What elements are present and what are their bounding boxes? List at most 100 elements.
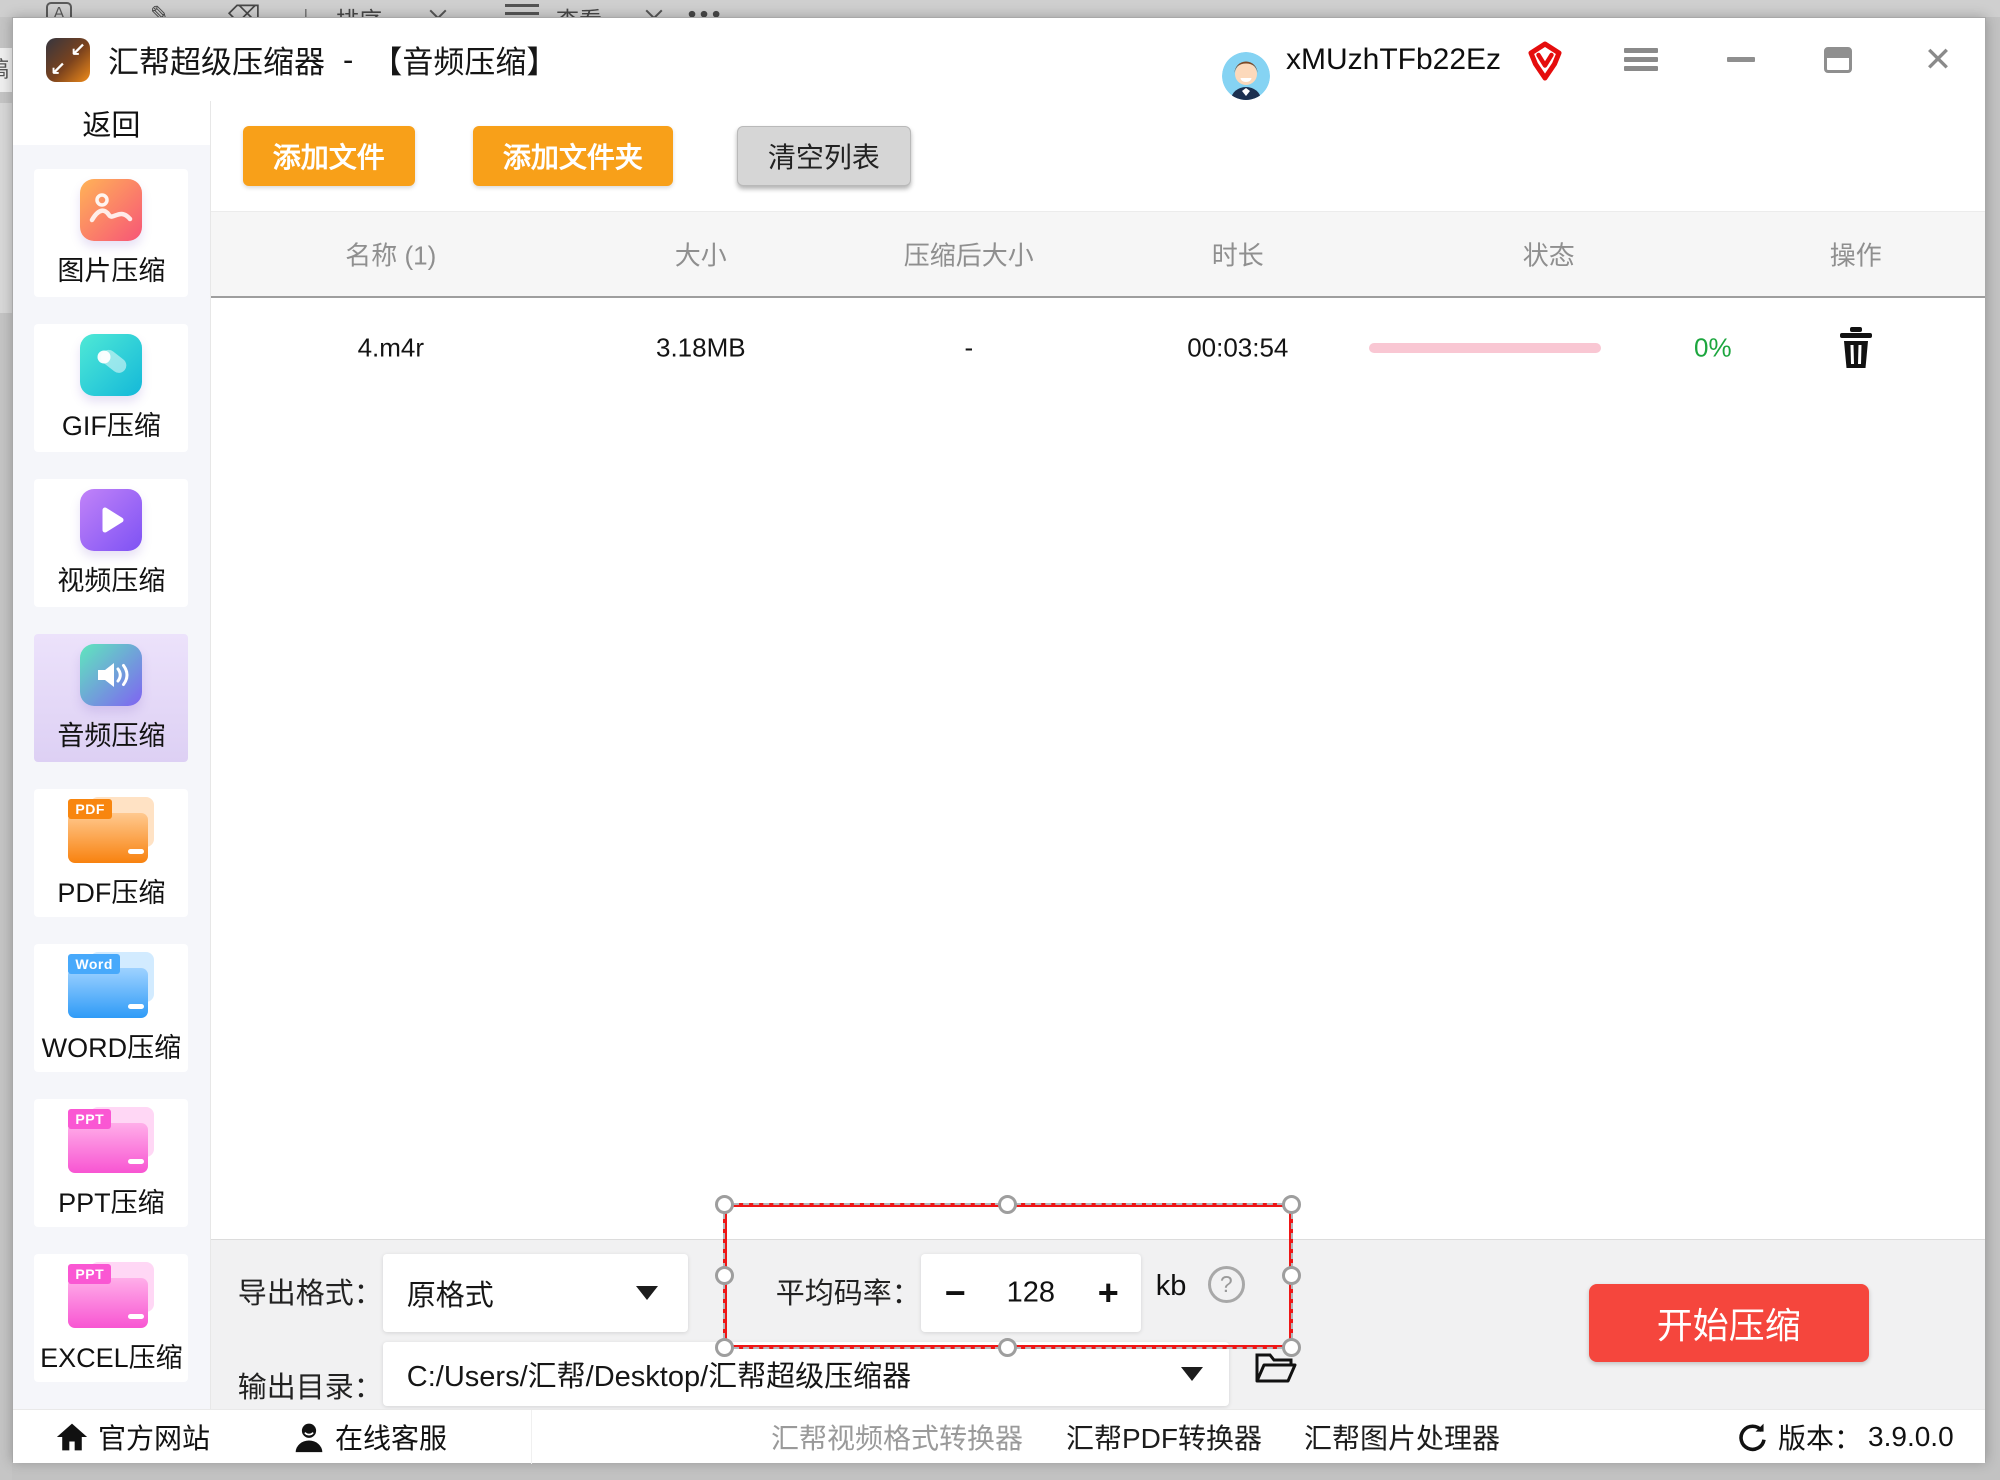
- export-format-select[interactable]: 原格式: [383, 1254, 688, 1332]
- footer-link-汇帮PDF转换器[interactable]: 汇帮PDF转换器: [1066, 1410, 1262, 1464]
- column-header-0: 名称 (1): [345, 236, 436, 273]
- table-header: 名称 (1) 大小 压缩后大小 时长 状态 操作: [211, 211, 1985, 298]
- pdf-folder-icon: PDF: [68, 797, 154, 863]
- table-row: 4.m4r3.18MB-00:03:540%: [211, 298, 1985, 398]
- selection-handle[interactable]: [1282, 1266, 1301, 1285]
- online-service-label: 在线客服: [335, 1417, 447, 1457]
- footer-link-汇帮视频格式转换器[interactable]: 汇帮视频格式转换器: [771, 1410, 1023, 1464]
- export-format-label: 导出格式：: [238, 1270, 383, 1312]
- title-separator: -: [343, 42, 353, 78]
- username[interactable]: xMUzhTFb22Ez: [1286, 18, 1501, 101]
- delete-file-icon[interactable]: [1837, 326, 1875, 370]
- progress-bar: [1369, 343, 1601, 353]
- background-delete-icon: ⌫: [228, 1, 261, 17]
- image-icon: [80, 179, 142, 241]
- gif-icon: [80, 334, 142, 396]
- chevron-down-icon: [430, 3, 447, 17]
- online-service-link[interactable]: 在线客服: [293, 1410, 447, 1464]
- background-edit-icon: ✎: [150, 1, 169, 17]
- bitrate-increase-button[interactable]: +: [1098, 1272, 1119, 1314]
- selection-handle[interactable]: [715, 1338, 734, 1357]
- refresh-icon[interactable]: [1736, 1421, 1768, 1453]
- app-logo-icon: ↙↙: [46, 38, 90, 82]
- column-header-5: 操作: [1830, 236, 1882, 273]
- chevron-down-icon: [1181, 1367, 1203, 1381]
- sidebar-item-label: 音频压缩: [57, 714, 165, 753]
- ppt-folder-icon: PPT: [68, 1107, 154, 1173]
- vip-badge-icon[interactable]: [1526, 40, 1564, 82]
- start-compress-button[interactable]: 开始压缩: [1589, 1284, 1869, 1362]
- titlebar: ↙↙ 汇帮超级压缩器 - 【音频压缩】 xMUzhTFb22Ez: [13, 18, 1985, 101]
- output-dir-label: 输出目录：: [238, 1364, 383, 1406]
- sidebar-item-label: PDF压缩: [57, 871, 165, 910]
- output-dir-select[interactable]: C:/Users/汇帮/Desktop/汇帮超级压缩器: [383, 1342, 1229, 1406]
- output-dir-value: C:/Users/汇帮/Desktop/汇帮超级压缩器: [407, 1353, 911, 1395]
- avatar[interactable]: [1222, 52, 1270, 100]
- bitrate-label: 平均码率：: [776, 1270, 921, 1312]
- bitrate-value[interactable]: 128: [1007, 1277, 1055, 1310]
- clear-list-button[interactable]: 清空列表: [737, 126, 911, 186]
- hamburger-icon: [1624, 44, 1658, 75]
- close-button[interactable]: ✕: [1906, 18, 1970, 101]
- sidebar-item-label: 图片压缩: [57, 249, 165, 288]
- sidebar-item-视频压缩[interactable]: 视频压缩: [34, 479, 188, 607]
- sidebar-item-PDF压缩[interactable]: PDF PDF压缩: [34, 789, 188, 917]
- chevron-down-icon: [646, 3, 663, 17]
- page-title: 【音频压缩】: [371, 37, 557, 82]
- column-header-3: 时长: [1212, 236, 1264, 273]
- sidebar-item-音频压缩[interactable]: 音频压缩: [34, 634, 188, 762]
- selection-handle[interactable]: [998, 1338, 1017, 1357]
- sort-arrow-icon: ↓: [300, 1, 312, 17]
- background-left-edge: 稿: [0, 17, 12, 1480]
- chevron-down-icon: [636, 1286, 658, 1300]
- background-view-button[interactable]: 查看: [556, 1, 602, 17]
- main-panel: 添加文件 添加文件夹 清空列表 名称 (1) 大小 压缩后大小 时长 状态 操作 4.m4…: [211, 101, 1985, 1409]
- video-icon: [80, 489, 142, 551]
- settings-panel: 导出格式： 原格式 平均码率： − 128 + kb ? 开始压缩 输出目录： …: [211, 1239, 1985, 1409]
- official-site-link[interactable]: 官方网站: [56, 1410, 210, 1464]
- bitrate-decrease-button[interactable]: −: [945, 1272, 966, 1314]
- selection-handle[interactable]: [998, 1195, 1017, 1214]
- add-folder-button[interactable]: 添加文件夹: [473, 126, 673, 186]
- back-button[interactable]: 返回: [13, 101, 210, 145]
- customer-service-icon: [293, 1421, 325, 1453]
- selection-handle[interactable]: [1282, 1195, 1301, 1214]
- sidebar-item-label: GIF压缩: [62, 404, 161, 443]
- duration: 00:03:54: [1187, 333, 1288, 364]
- window-title: 汇帮超级压缩器 - 【音频压缩】: [108, 18, 557, 101]
- bitrate-stepper: − 128 +: [921, 1254, 1141, 1332]
- version-info: 版本：3.9.0.0: [1736, 1410, 1954, 1464]
- sidebar-item-GIF压缩[interactable]: GIF压缩: [34, 324, 188, 452]
- version-value: 3.9.0.0: [1868, 1421, 1954, 1453]
- file-toolbar: 添加文件 添加文件夹 清空列表: [211, 101, 1985, 211]
- column-header-4: 状态: [1523, 236, 1575, 273]
- selection-handle[interactable]: [715, 1195, 734, 1214]
- background-partial-text: 稿: [0, 48, 12, 92]
- menu-button[interactable]: [1609, 18, 1673, 101]
- minimize-button[interactable]: [1709, 18, 1773, 101]
- sidebar-item-WORD压缩[interactable]: WordWORD压缩: [34, 944, 188, 1072]
- sidebar-item-EXCEL压缩[interactable]: PPTEXCEL压缩: [34, 1254, 188, 1382]
- footer-divider: [531, 1410, 532, 1464]
- app-window: ↙↙ 汇帮超级压缩器 - 【音频压缩】 xMUzhTFb22Ez: [12, 17, 1986, 1462]
- sidebar-item-label: EXCEL压缩: [40, 1336, 183, 1375]
- sidebar-item-PPT压缩[interactable]: PPTPPT压缩: [34, 1099, 188, 1227]
- file-size: 3.18MB: [656, 333, 746, 364]
- background-more-button[interactable]: •••: [688, 1, 724, 17]
- add-file-button[interactable]: 添加文件: [243, 126, 415, 186]
- selection-handle[interactable]: [1282, 1338, 1301, 1357]
- footer-link-汇帮图片处理器[interactable]: 汇帮图片处理器: [1304, 1410, 1500, 1464]
- sidebar-item-图片压缩[interactable]: 图片压缩: [34, 169, 188, 297]
- column-header-2: 压缩后大小: [904, 236, 1034, 273]
- minimize-icon: [1727, 57, 1755, 62]
- audio-icon: [80, 644, 142, 706]
- maximize-button[interactable]: [1806, 18, 1870, 101]
- column-header-1: 大小: [675, 236, 727, 273]
- background-explorer-toolbar: A ✎ ⌫ ↓ 排序 查看 •••: [0, 0, 2000, 17]
- selection-handle[interactable]: [715, 1266, 734, 1285]
- help-icon[interactable]: ?: [1208, 1266, 1245, 1303]
- app-title: 汇帮超级压缩器: [108, 37, 325, 82]
- bitrate-unit: kb: [1156, 1270, 1187, 1303]
- footer: 官方网站 在线客服 汇帮视频格式转换器汇帮PDF转换器汇帮图片处理器 版本：3.…: [13, 1409, 1985, 1463]
- background-sort-button[interactable]: 排序: [336, 1, 382, 17]
